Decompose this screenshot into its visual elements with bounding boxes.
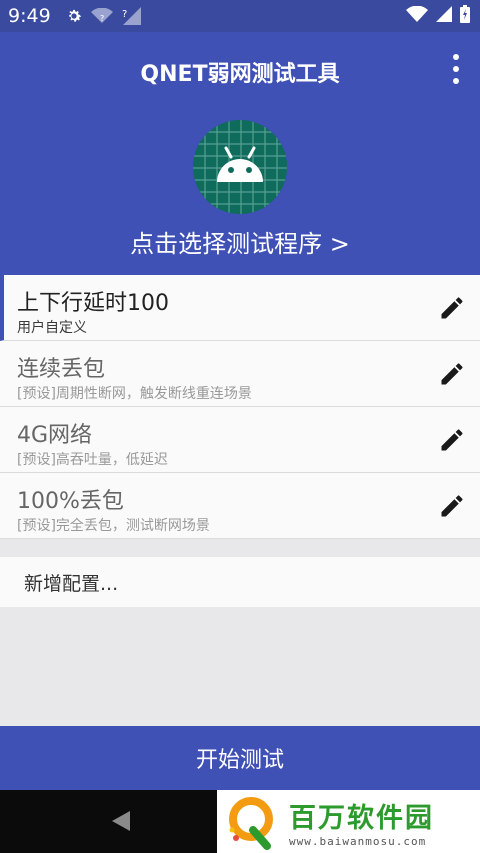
start-test-button[interactable]: 开始测试: [0, 726, 480, 790]
profile-item-1[interactable]: 连续丢包 [预设]周期性断网，触发断线重连场景: [0, 341, 480, 407]
watermark-title: 百万软件园: [289, 802, 434, 834]
svg-text:?: ?: [100, 14, 104, 23]
profile-title: 100%丢包: [17, 489, 124, 514]
profile-subtitle: 用户自定义: [17, 320, 87, 336]
settings-icon: [65, 7, 83, 25]
status-bar: 9:49 ? ?: [0, 0, 480, 32]
status-time: 9:49: [8, 5, 51, 27]
profile-item-3[interactable]: 100%丢包 [预设]完全丢包，测试断网场景: [0, 473, 480, 539]
android-app-icon[interactable]: [193, 120, 287, 214]
profile-subtitle: [预设]完全丢包，测试断网场景: [17, 518, 210, 534]
wifi-icon: [406, 5, 428, 26]
profile-list: 上下行延时100 用户自定义 连续丢包 [预设]周期性断网，触发断线重连场景 4…: [0, 275, 480, 539]
profile-title: 连续丢包: [17, 357, 106, 382]
profile-subtitle: [预设]周期性断网，触发断线重连场景: [17, 386, 252, 402]
network-label: ?: [122, 9, 127, 20]
edit-pencil-icon[interactable]: [438, 294, 466, 322]
back-icon[interactable]: [110, 809, 132, 833]
select-program-link[interactable]: 点击选择测试程序 >: [0, 224, 480, 259]
cell-signal-icon: ?: [121, 7, 141, 25]
watermark-url: www.baiwanmosu.com: [289, 834, 427, 848]
profile-item-0[interactable]: 上下行延时100 用户自定义: [0, 275, 480, 341]
signal-icon: [436, 6, 452, 26]
list-divider-gap: [0, 543, 480, 557]
watermark-banner: 百万软件园 www.baiwanmosu.com: [217, 790, 480, 853]
edit-pencil-icon[interactable]: [438, 360, 466, 388]
app-title: QNET弱网测试工具: [140, 62, 340, 87]
overflow-menu-icon[interactable]: [450, 54, 462, 84]
edit-pencil-icon[interactable]: [438, 426, 466, 454]
profile-title: 上下行延时100: [17, 291, 169, 316]
q-logo-icon: [229, 796, 273, 850]
profile-item-2[interactable]: 4G网络 [预设]高吞吐量，低延迟: [0, 407, 480, 473]
edit-pencil-icon[interactable]: [438, 492, 466, 520]
battery-icon: [460, 5, 470, 27]
add-config-button[interactable]: 新增配置...: [0, 557, 480, 607]
app-header: QNET弱网测试工具 点击选择测试程序 >: [0, 32, 480, 275]
profile-title: 4G网络: [17, 423, 93, 448]
profile-subtitle: [预设]高吞吐量，低延迟: [17, 452, 168, 468]
wifi-question-icon: ?: [90, 8, 113, 24]
